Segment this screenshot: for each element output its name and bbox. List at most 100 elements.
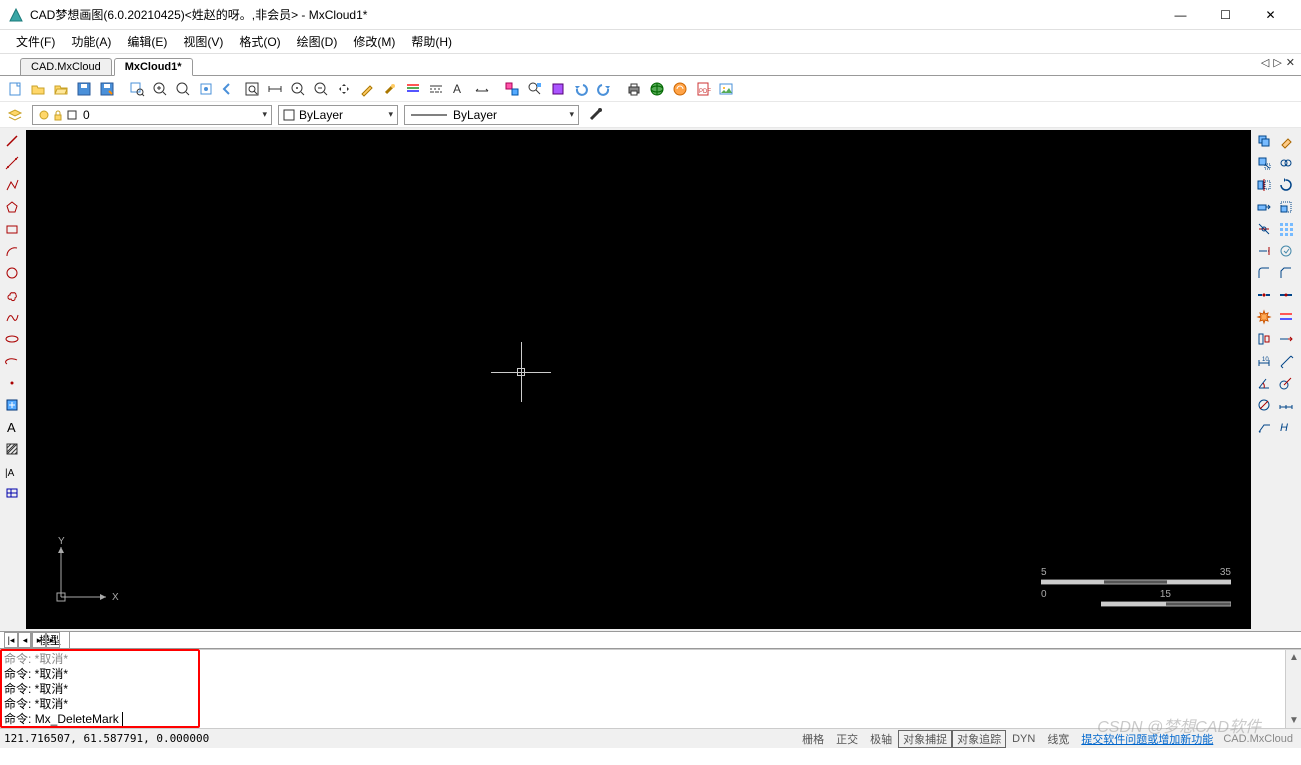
move-icon[interactable] <box>1253 152 1275 174</box>
arc-icon[interactable] <box>1 240 23 262</box>
menu-format[interactable]: 格式(O) <box>231 31 288 52</box>
zoom-extents-icon[interactable] <box>195 78 217 100</box>
pan-icon[interactable] <box>333 78 355 100</box>
properties-icon[interactable] <box>356 78 378 100</box>
extend-icon[interactable] <box>1253 240 1275 262</box>
maximize-button[interactable]: ☐ <box>1203 0 1248 30</box>
tab-close-icon[interactable]: ✕ <box>1286 56 1295 69</box>
linetype-dropdown[interactable]: ByLayer ▾ <box>404 105 579 125</box>
mtext-icon[interactable]: |A <box>1 460 23 482</box>
dim-edit-icon[interactable]: H <box>1275 416 1297 438</box>
construction-line-icon[interactable] <box>1 152 23 174</box>
quick-select-icon[interactable] <box>524 78 546 100</box>
fillet-icon[interactable] <box>1253 262 1275 284</box>
menu-help[interactable]: 帮助(H) <box>403 31 460 52</box>
zoom-center-icon[interactable] <box>287 78 309 100</box>
dim-diameter-icon[interactable] <box>1253 394 1275 416</box>
dim-continue-icon[interactable] <box>1275 394 1297 416</box>
cloud-icon[interactable] <box>669 78 691 100</box>
hatch-icon[interactable] <box>1 438 23 460</box>
command-input-line[interactable]: 命令: Mx_DeleteMark <box>4 712 196 727</box>
web-icon[interactable] <box>646 78 668 100</box>
ellipse-arc-icon[interactable] <box>1 350 23 372</box>
circle-icon[interactable] <box>1 262 23 284</box>
open-folder2-icon[interactable] <box>50 78 72 100</box>
layout-last-icon[interactable]: ▸| <box>46 632 60 648</box>
layout-next-icon[interactable]: ▸ <box>32 632 46 648</box>
leader-icon[interactable] <box>1253 416 1275 438</box>
undo-icon[interactable] <box>570 78 592 100</box>
doc-tab-1[interactable]: MxCloud1* <box>114 58 193 76</box>
explode-icon[interactable] <box>1253 306 1275 328</box>
save-icon[interactable] <box>73 78 95 100</box>
saveas-icon[interactable] <box>96 78 118 100</box>
point-icon[interactable] <box>1 372 23 394</box>
break-at-point-icon[interactable] <box>1275 284 1297 306</box>
command-scrollbar[interactable] <box>1285 650 1301 728</box>
minimize-button[interactable]: — <box>1158 0 1203 30</box>
zoom-dynamic-icon[interactable] <box>310 78 332 100</box>
lengthen-icon[interactable] <box>1275 328 1297 350</box>
chamfer-icon[interactable] <box>1275 262 1297 284</box>
polygon-icon[interactable] <box>1 196 23 218</box>
region-icon[interactable] <box>1 482 23 504</box>
select-similar-icon[interactable] <box>501 78 523 100</box>
block-insert-icon[interactable] <box>1 394 23 416</box>
ellipse-icon[interactable] <box>1 328 23 350</box>
close-button[interactable]: ✕ <box>1248 0 1293 30</box>
cloud-mark-icon[interactable] <box>1275 240 1297 262</box>
pdf-icon[interactable]: PDF <box>692 78 714 100</box>
zoom-previous-icon[interactable] <box>218 78 240 100</box>
doc-tab-0[interactable]: CAD.MxCloud <box>20 58 112 75</box>
menu-edit[interactable]: 编辑(E) <box>119 31 175 52</box>
rectangle-icon[interactable] <box>1 218 23 240</box>
dim-radius-icon[interactable] <box>1275 372 1297 394</box>
lineweight-icon[interactable] <box>585 104 607 126</box>
dim-aligned-icon[interactable] <box>1275 350 1297 372</box>
drawing-canvas[interactable]: Y X 535 015 <box>26 130 1251 629</box>
menu-modify[interactable]: 修改(M) <box>345 31 403 52</box>
layers-manage-icon[interactable] <box>402 78 424 100</box>
feedback-link[interactable]: 提交软件问题或增加新功能 <box>1075 731 1219 747</box>
rotate-icon[interactable] <box>1275 174 1297 196</box>
layout-prev-icon[interactable]: ◂ <box>18 632 32 648</box>
array-icon[interactable] <box>1275 218 1297 240</box>
menu-draw[interactable]: 绘图(D) <box>289 31 346 52</box>
zoom-in-icon[interactable] <box>149 78 171 100</box>
print-icon[interactable] <box>623 78 645 100</box>
zoom-realtime-icon[interactable] <box>172 78 194 100</box>
copy-icon[interactable] <box>1253 130 1275 152</box>
scale-icon[interactable] <box>1275 196 1297 218</box>
text-icon[interactable]: A <box>1 416 23 438</box>
zoom-window-icon[interactable] <box>126 78 148 100</box>
join-icon[interactable] <box>1275 306 1297 328</box>
dim-angular-icon[interactable] <box>1253 372 1275 394</box>
erase-icon[interactable] <box>1275 130 1297 152</box>
layout-first-icon[interactable]: |◂ <box>4 632 18 648</box>
status-lwt[interactable]: 线宽 <box>1041 731 1075 747</box>
status-dyn[interactable]: DYN <box>1006 733 1041 745</box>
command-input[interactable]: Mx_DeleteMark <box>35 712 119 727</box>
dim-style-icon[interactable] <box>471 78 493 100</box>
polyline-icon[interactable] <box>1 174 23 196</box>
text-style-icon[interactable]: A <box>448 78 470 100</box>
trim-icon[interactable] <box>1253 218 1275 240</box>
new-file-icon[interactable] <box>4 78 26 100</box>
tab-prev-icon[interactable]: ◁ <box>1261 56 1269 69</box>
spline-icon[interactable] <box>1 306 23 328</box>
status-grid[interactable]: 栅格 <box>796 731 830 747</box>
match-props-icon[interactable] <box>379 78 401 100</box>
zoom-all-icon[interactable] <box>241 78 263 100</box>
layer-dropdown[interactable]: 0 ▾ <box>32 105 272 125</box>
open-folder-icon[interactable] <box>27 78 49 100</box>
line-icon[interactable] <box>1 130 23 152</box>
status-otrack[interactable]: 对象追踪 <box>952 730 1006 748</box>
layer-properties-icon[interactable] <box>4 104 26 126</box>
status-ortho[interactable]: 正交 <box>830 731 864 747</box>
distance-icon[interactable] <box>264 78 286 100</box>
mirror-icon[interactable] <box>1253 174 1275 196</box>
color-dropdown[interactable]: ByLayer ▾ <box>278 105 398 125</box>
linetype-icon[interactable] <box>425 78 447 100</box>
tab-next-icon[interactable]: ▷ <box>1273 56 1281 69</box>
status-osnap[interactable]: 对象捕捉 <box>898 730 952 748</box>
